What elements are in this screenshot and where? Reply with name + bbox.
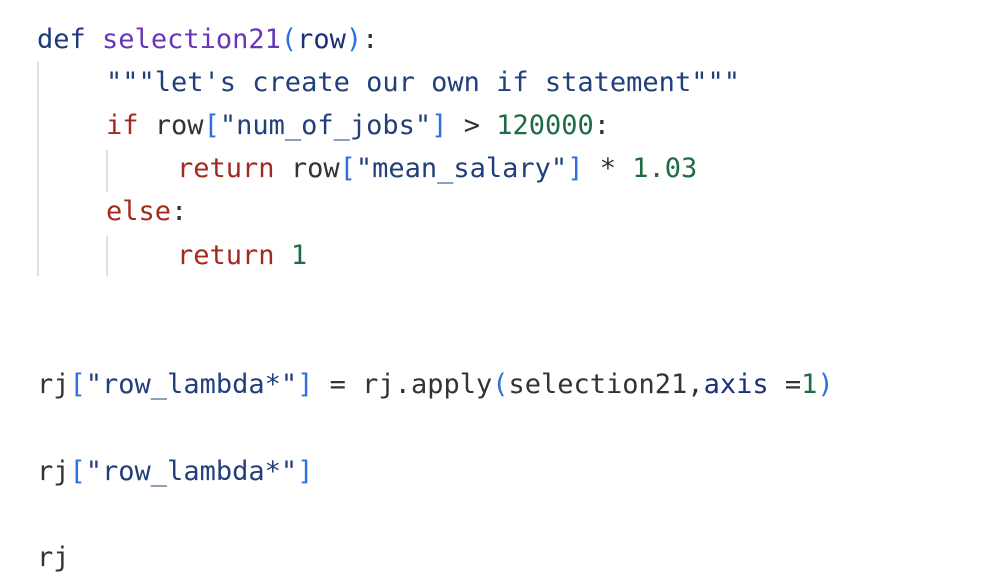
operator-gt: > [463, 110, 480, 141]
bracket-close: ] [431, 110, 448, 141]
string-key: "row_lambda*" [85, 456, 298, 487]
bracket-close: ] [567, 153, 584, 184]
operator-kw-assign: = [784, 369, 802, 400]
variable-rj: rj [37, 542, 70, 573]
code-line-else[interactable]: else: [106, 192, 187, 232]
indent-guide-level-2-if [106, 150, 108, 192]
number-literal: 1.03 [632, 153, 698, 184]
colon: : [362, 24, 379, 55]
variable-rj: rj [37, 369, 70, 400]
indent-guide-level-1 [37, 62, 39, 276]
bracket-open: [ [69, 456, 86, 487]
code-line-rj[interactable]: rj [37, 538, 70, 578]
paren-close: ) [345, 24, 363, 55]
else-keyword: else [106, 196, 172, 227]
bracket-open: [ [203, 110, 220, 141]
method-call: rj.apply [362, 369, 493, 400]
variable-row: row [154, 110, 204, 141]
string-key: "row_lambda*" [85, 369, 298, 400]
code-line-apply[interactable]: rj["row_lambda*"] = rj.apply(selection21… [37, 365, 834, 405]
colon: : [593, 110, 611, 141]
bracket-open: [ [339, 153, 356, 184]
keyword-argument: axis [703, 369, 769, 400]
code-line-if[interactable]: if row["num_of_jobs"] > 120000: [106, 106, 610, 146]
paren-open: ( [492, 369, 509, 400]
code-line-def[interactable]: def selection21(row): [37, 20, 378, 60]
argument: selection21, [508, 369, 704, 400]
bracket-open: [ [69, 369, 86, 400]
function-name: selection21 [102, 24, 281, 55]
colon: : [171, 196, 188, 227]
paren-open: ( [280, 24, 298, 55]
code-line-docstring[interactable]: """let's create our own if statement""" [106, 63, 740, 103]
number-literal: 1 [290, 240, 308, 271]
operator-multiply: * [599, 153, 616, 184]
bracket-close: ] [297, 369, 314, 400]
indent-guide-level-2-else [106, 236, 108, 276]
variable-row: row [290, 153, 340, 184]
docstring: """let's create our own if statement""" [106, 67, 740, 98]
number-literal: 120000 [496, 110, 594, 141]
string-key: "num_of_jobs" [219, 110, 432, 141]
code-editor[interactable]: def selection21(row): """let's create ou… [0, 0, 986, 582]
string-key: "mean_salary" [355, 153, 568, 184]
paren-close: ) [817, 369, 834, 400]
bracket-close: ] [297, 456, 314, 487]
operator-assign: = [329, 369, 346, 400]
return-keyword: return [177, 153, 275, 184]
code-line-return-one[interactable]: return 1 [177, 236, 307, 276]
parameter-name: row [297, 24, 346, 55]
number-literal: 1 [801, 369, 818, 400]
def-keyword: def [37, 24, 86, 55]
code-line-select-column[interactable]: rj["row_lambda*"] [37, 452, 313, 492]
code-line-return-salary[interactable]: return row["mean_salary"] * 1.03 [177, 149, 697, 189]
if-keyword: if [106, 110, 139, 141]
return-keyword: return [177, 240, 275, 271]
variable-rj: rj [37, 456, 70, 487]
